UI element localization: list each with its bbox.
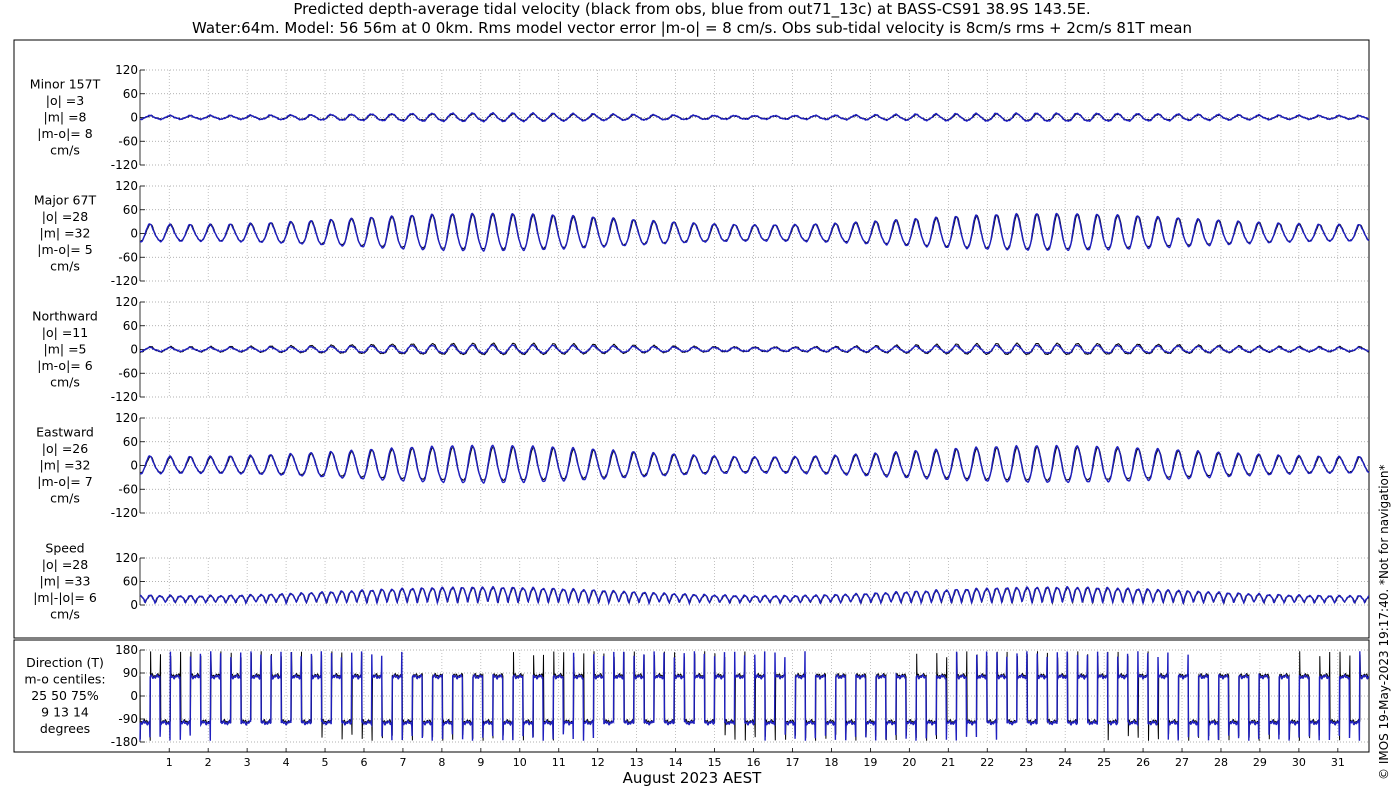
x-tick-label: 3 [244, 756, 251, 769]
y-tick-label: 0 [130, 459, 138, 473]
x-tick-label: 20 [902, 756, 916, 769]
y-tick-label: -60 [118, 482, 138, 496]
panel-label-line: m-o centiles: [24, 672, 105, 687]
y-tick-label: 0 [130, 111, 138, 125]
y-tick-label: -90 [118, 712, 138, 726]
x-tick-label: 21 [941, 756, 955, 769]
x-tick-label: 25 [1097, 756, 1111, 769]
x-tick-label: 11 [552, 756, 566, 769]
y-tick-label: 0 [130, 689, 138, 703]
x-tick-label: 16 [747, 756, 761, 769]
panel-label-line: |m| =33 [40, 574, 91, 589]
x-tick-label: 27 [1175, 756, 1189, 769]
x-tick-label: 10 [513, 756, 527, 769]
x-axis-label: August 2023 AEST [623, 769, 762, 787]
title-line-2: Water:64m. Model: 56 56m at 0 0km. Rms m… [192, 19, 1192, 37]
panel-label-line: 9 13 14 [41, 705, 89, 720]
panel-label-line: |m| =5 [44, 342, 87, 357]
panel-label-line: Major 67T [34, 193, 97, 208]
x-tick-label: 17 [785, 756, 799, 769]
x-tick-label: 9 [477, 756, 484, 769]
panel-label-line: Eastward [36, 425, 94, 440]
x-tick-label: 2 [205, 756, 212, 769]
y-tick-label: -180 [111, 735, 138, 749]
x-tick-label: 1 [166, 756, 173, 769]
x-tick-label: 28 [1214, 756, 1228, 769]
panel-label-line: |m-o|= 6 [37, 358, 92, 373]
y-tick-label: 120 [115, 295, 138, 309]
y-tick-label: 0 [130, 343, 138, 357]
panel-label-line: Minor 157T [30, 77, 101, 92]
x-tick-label: 4 [283, 756, 290, 769]
x-tick-label: 15 [708, 756, 722, 769]
y-tick-label: 60 [123, 435, 138, 449]
panel-label-line: |m-o|= 8 [37, 126, 92, 141]
y-tick-label: 120 [115, 411, 138, 425]
panel-label-line: cm/s [50, 143, 80, 158]
panel-label-line: |o| =28 [42, 557, 88, 572]
x-tick-label: 24 [1058, 756, 1072, 769]
x-tick-label: 18 [824, 756, 838, 769]
x-tick-label: 12 [591, 756, 605, 769]
y-tick-label: -120 [111, 390, 138, 404]
x-tick-label: 30 [1292, 756, 1306, 769]
panel-label-line: cm/s [50, 259, 80, 274]
panel-label-line: 25 50 75% [31, 688, 99, 703]
y-tick-label: 120 [115, 179, 138, 193]
panel-label-line: |o| =28 [42, 209, 88, 224]
panel-label-line: cm/s [50, 375, 80, 390]
x-tick-label: 26 [1136, 756, 1150, 769]
y-tick-label: 120 [115, 551, 138, 565]
x-tick-label: 8 [438, 756, 445, 769]
panel-label-line: |m-o|= 5 [37, 242, 92, 257]
y-tick-label: 60 [123, 203, 138, 217]
y-tick-label: -120 [111, 506, 138, 520]
panel-label-line: |m| =32 [40, 458, 91, 473]
y-tick-label: 90 [123, 666, 138, 680]
y-tick-label: -120 [111, 274, 138, 288]
panel-label-line: Northward [32, 309, 98, 324]
panel-label-line: |m|-|o|= 6 [33, 590, 97, 605]
y-tick-label: 0 [130, 227, 138, 241]
panel-label-line: cm/s [50, 491, 80, 506]
panel-label-line: degrees [40, 721, 90, 736]
panel-label-line: cm/s [50, 607, 80, 622]
y-tick-label: -60 [118, 134, 138, 148]
x-tick-label: 6 [360, 756, 367, 769]
y-tick-label: 180 [115, 643, 138, 657]
x-tick-label: 13 [630, 756, 644, 769]
tidal-velocity-figure: Predicted depth-average tidal velocity (… [0, 0, 1400, 800]
x-tick-label: 29 [1253, 756, 1267, 769]
y-tick-label: 60 [123, 87, 138, 101]
x-tick-label: 14 [669, 756, 683, 769]
y-tick-label: -60 [118, 250, 138, 264]
x-tick-label: 7 [399, 756, 406, 769]
panel-label-line: |m| =32 [40, 226, 91, 241]
y-tick-label: 60 [123, 319, 138, 333]
panel-label-line: |o| =26 [42, 441, 88, 456]
x-tick-label: 31 [1331, 756, 1345, 769]
panel-label-line: |o| =11 [42, 325, 88, 340]
x-tick-label: 5 [322, 756, 329, 769]
copyright-note: © IMOS 19-May-2023 19:17:40. *Not for na… [1377, 465, 1391, 781]
x-tick-label: 19 [863, 756, 877, 769]
y-tick-label: 0 [130, 598, 138, 612]
x-tick-label: 23 [1019, 756, 1033, 769]
y-tick-label: 120 [115, 63, 138, 77]
y-tick-label: -120 [111, 158, 138, 172]
panel-label-line: |o| =3 [46, 93, 84, 108]
panel-label-line: Speed [45, 541, 84, 556]
panel-label-line: Direction (T) [26, 655, 104, 670]
x-tick-label: 22 [980, 756, 994, 769]
panel-label-line: |m| =8 [44, 110, 87, 125]
y-tick-label: 60 [123, 575, 138, 589]
y-tick-label: -60 [118, 366, 138, 380]
panel-label-line: |m-o|= 7 [37, 474, 92, 489]
title-line-1: Predicted depth-average tidal velocity (… [293, 0, 1090, 19]
